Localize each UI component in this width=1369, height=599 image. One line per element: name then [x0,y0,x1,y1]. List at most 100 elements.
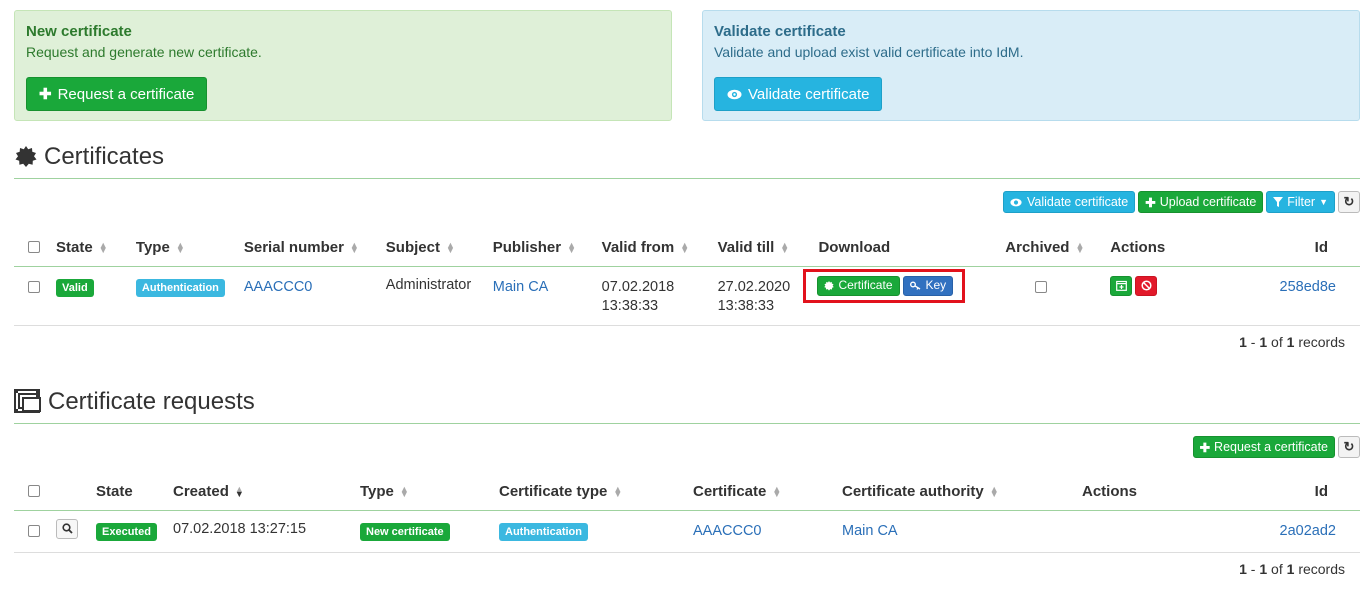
refresh-icon: ↻ [1343,439,1355,454]
sort-icon: ▲ ▼ [399,483,409,499]
certificates-records-count: 1 - 1 of 1 records [1239,334,1345,350]
sort-icon: ▲ ▼ [445,239,455,255]
sort-icon: ▲ ▼ [780,239,790,255]
certificates-table: State ▲ ▼ Type ▲ ▼ Serial number ▲ ▼ Subject ▲ ▼… [14,229,1360,326]
new-certificate-title: New certificate [26,23,132,40]
table-header-row: State Created ▲ ▼ Type ▲ ▼ Certificate type ▲… [14,473,1360,511]
certificate-requests-title: Certificate requests [48,388,255,415]
created-cell: 07.02.2018 13:27:15 [165,510,352,553]
column-certificate-type[interactable]: Certificate type ▲ ▼ [491,473,685,511]
refresh-icon: ↻ [1343,194,1355,209]
key-icon [909,281,921,290]
request-certificate-toolbar-button[interactable]: ✚ Request a certificate [1192,436,1335,458]
column-actions: Actions [1102,229,1272,267]
refresh-button[interactable]: ↻ [1338,436,1360,458]
column-actions: Actions [1074,473,1224,511]
publisher-link[interactable]: Main CA [493,279,549,295]
validate-certificate-button[interactable]: Validate certificate [714,77,883,111]
upload-certificate-label: Upload certificate [1159,195,1257,209]
download-key-label: Key [925,278,947,292]
new-certificate-panel: New certificate Request and generate new… [14,10,672,121]
column-serial-number[interactable]: Serial number ▲ ▼ [235,229,378,267]
table-header-row: State ▲ ▼ Type ▲ ▼ Serial number ▲ ▼ Subject ▲ ▼… [14,229,1360,267]
sort-icon: ▲ ▼ [175,239,185,255]
column-state[interactable]: State ▲ ▼ [48,229,128,267]
request-certificate-label: Request a certificate [57,85,195,103]
detail-button[interactable] [56,518,78,539]
certificate-request-icon [14,389,42,414]
filter-icon [1273,197,1284,207]
column-type[interactable]: Type ▲ ▼ [352,473,491,511]
certificates-heading: Certificates [14,143,1360,179]
ban-icon [1141,280,1152,291]
upload-certificate-button[interactable]: ✚ Upload certificate [1138,191,1264,213]
revoke-button[interactable] [1135,275,1158,296]
column-id: Id [1224,473,1360,511]
request-certificate-button[interactable]: ✚ Request a certificate [26,77,208,111]
sort-icon: ▲ ▼ [613,483,623,499]
validate-certificate-panel: Validate certificate Validate and upload… [702,10,1360,121]
valid-till-cell: 27.02.2020 13:38:33 [709,266,811,326]
validate-certificate-toolbar-button[interactable]: Validate certificate [1003,191,1136,213]
column-publisher[interactable]: Publisher ▲ ▼ [484,229,594,267]
download-key-button[interactable]: Key [902,275,954,296]
request-id-link[interactable]: 2a02ad2 [1280,523,1336,539]
column-certificate-authority[interactable]: Certificate authority ▲ ▼ [834,473,1074,511]
calendar-plus-icon [1115,280,1127,291]
actions-cell [1074,510,1224,553]
filter-button[interactable]: Filter ▼ [1266,191,1335,213]
column-subject[interactable]: Subject ▲ ▼ [377,229,485,267]
sort-icon: ▲ ▼ [349,239,359,255]
table-row: Valid Authentication AAACCC0 Administrat… [14,266,1360,326]
plus-icon: ✚ [1145,195,1156,210]
row-checkbox[interactable] [28,524,40,537]
sort-icon: ▲ ▼ [567,239,577,255]
search-icon [61,523,73,534]
renew-button[interactable] [1110,275,1133,296]
certificate-link[interactable]: AAACCC0 [693,523,762,539]
validate-certificate-label: Validate certificate [748,85,870,103]
certificate-requests-heading: Certificate requests [14,388,1360,424]
validate-certificate-description: Validate and upload exist valid certific… [714,44,1024,60]
column-state: State [88,473,165,511]
serial-number-link[interactable]: AAACCC0 [244,279,313,295]
caret-down-icon: ▼ [1319,197,1328,207]
column-valid-till[interactable]: Valid till ▲ ▼ [709,229,811,267]
new-certificate-description: Request and generate new certificate. [26,44,262,60]
certificate-type-badge: Authentication [499,522,588,541]
select-all-checkbox[interactable] [28,484,40,497]
sort-icon: ▲ ▼ [772,483,782,499]
eye-icon [727,89,742,100]
requests-records-count: 1 - 1 of 1 records [1239,561,1345,577]
certificates-title: Certificates [44,143,165,170]
sort-icon: ▲ ▼ [680,239,690,255]
row-checkbox[interactable] [28,280,40,293]
select-all-checkbox[interactable] [28,240,40,253]
column-download: Download [810,229,998,267]
plus-icon: ✚ [39,86,52,103]
certificate-authority-link[interactable]: Main CA [842,523,898,539]
valid-till-date: 27.02.2020 [717,278,791,295]
column-valid-from[interactable]: Valid from ▲ ▼ [593,229,710,267]
subject-cell: Administrator [377,266,485,326]
download-certificate-label: Certificate [838,278,893,292]
type-badge: Authentication [135,278,225,297]
column-certificate[interactable]: Certificate ▲ ▼ [685,473,834,511]
valid-from-time: 13:38:33 [601,297,659,314]
column-type[interactable]: Type ▲ ▼ [127,229,236,267]
column-archived[interactable]: Archived ▲ ▼ [997,229,1103,267]
archived-checkbox[interactable] [1035,280,1048,293]
certificate-seal-icon [824,280,835,291]
column-id: Id [1271,229,1360,267]
sort-icon: ▲ ▼ [98,239,108,255]
certificates-toolbar: Validate certificate ✚ Upload certificat… [1003,191,1360,213]
download-certificate-button[interactable]: Certificate [817,275,900,296]
eye-icon [1010,198,1022,207]
sort-icon: ▲ ▼ [1075,239,1085,255]
certificate-requests-table: State Created ▲ ▼ Type ▲ ▼ Certificate type ▲… [14,473,1360,553]
certificate-id-link[interactable]: 258ed8e [1280,279,1336,295]
sort-desc-icon: ▲ ▼ [234,483,244,499]
refresh-button[interactable]: ↻ [1338,191,1360,213]
column-created[interactable]: Created ▲ ▼ [165,473,352,511]
download-highlight: Certificate Key [803,268,966,303]
